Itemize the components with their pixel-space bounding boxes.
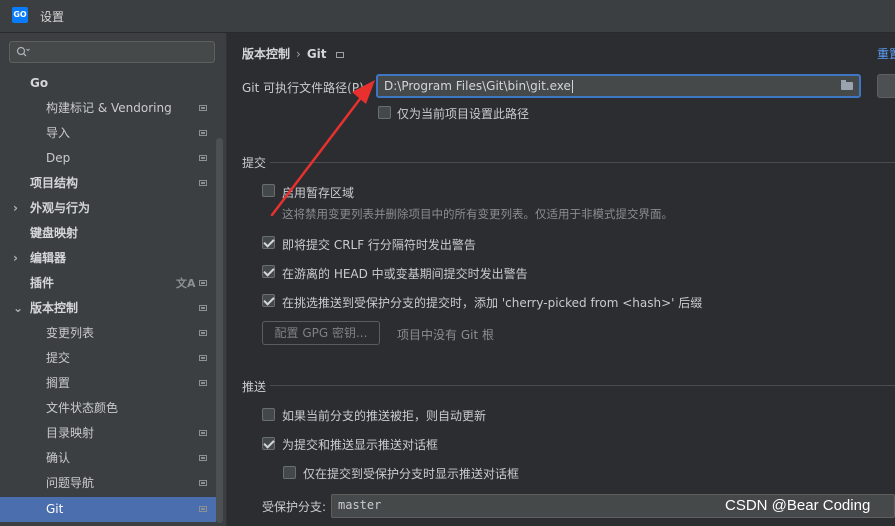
watermark: CSDN @Bear Coding [725, 497, 871, 514]
annotation-arrow-icon [270, 80, 375, 217]
